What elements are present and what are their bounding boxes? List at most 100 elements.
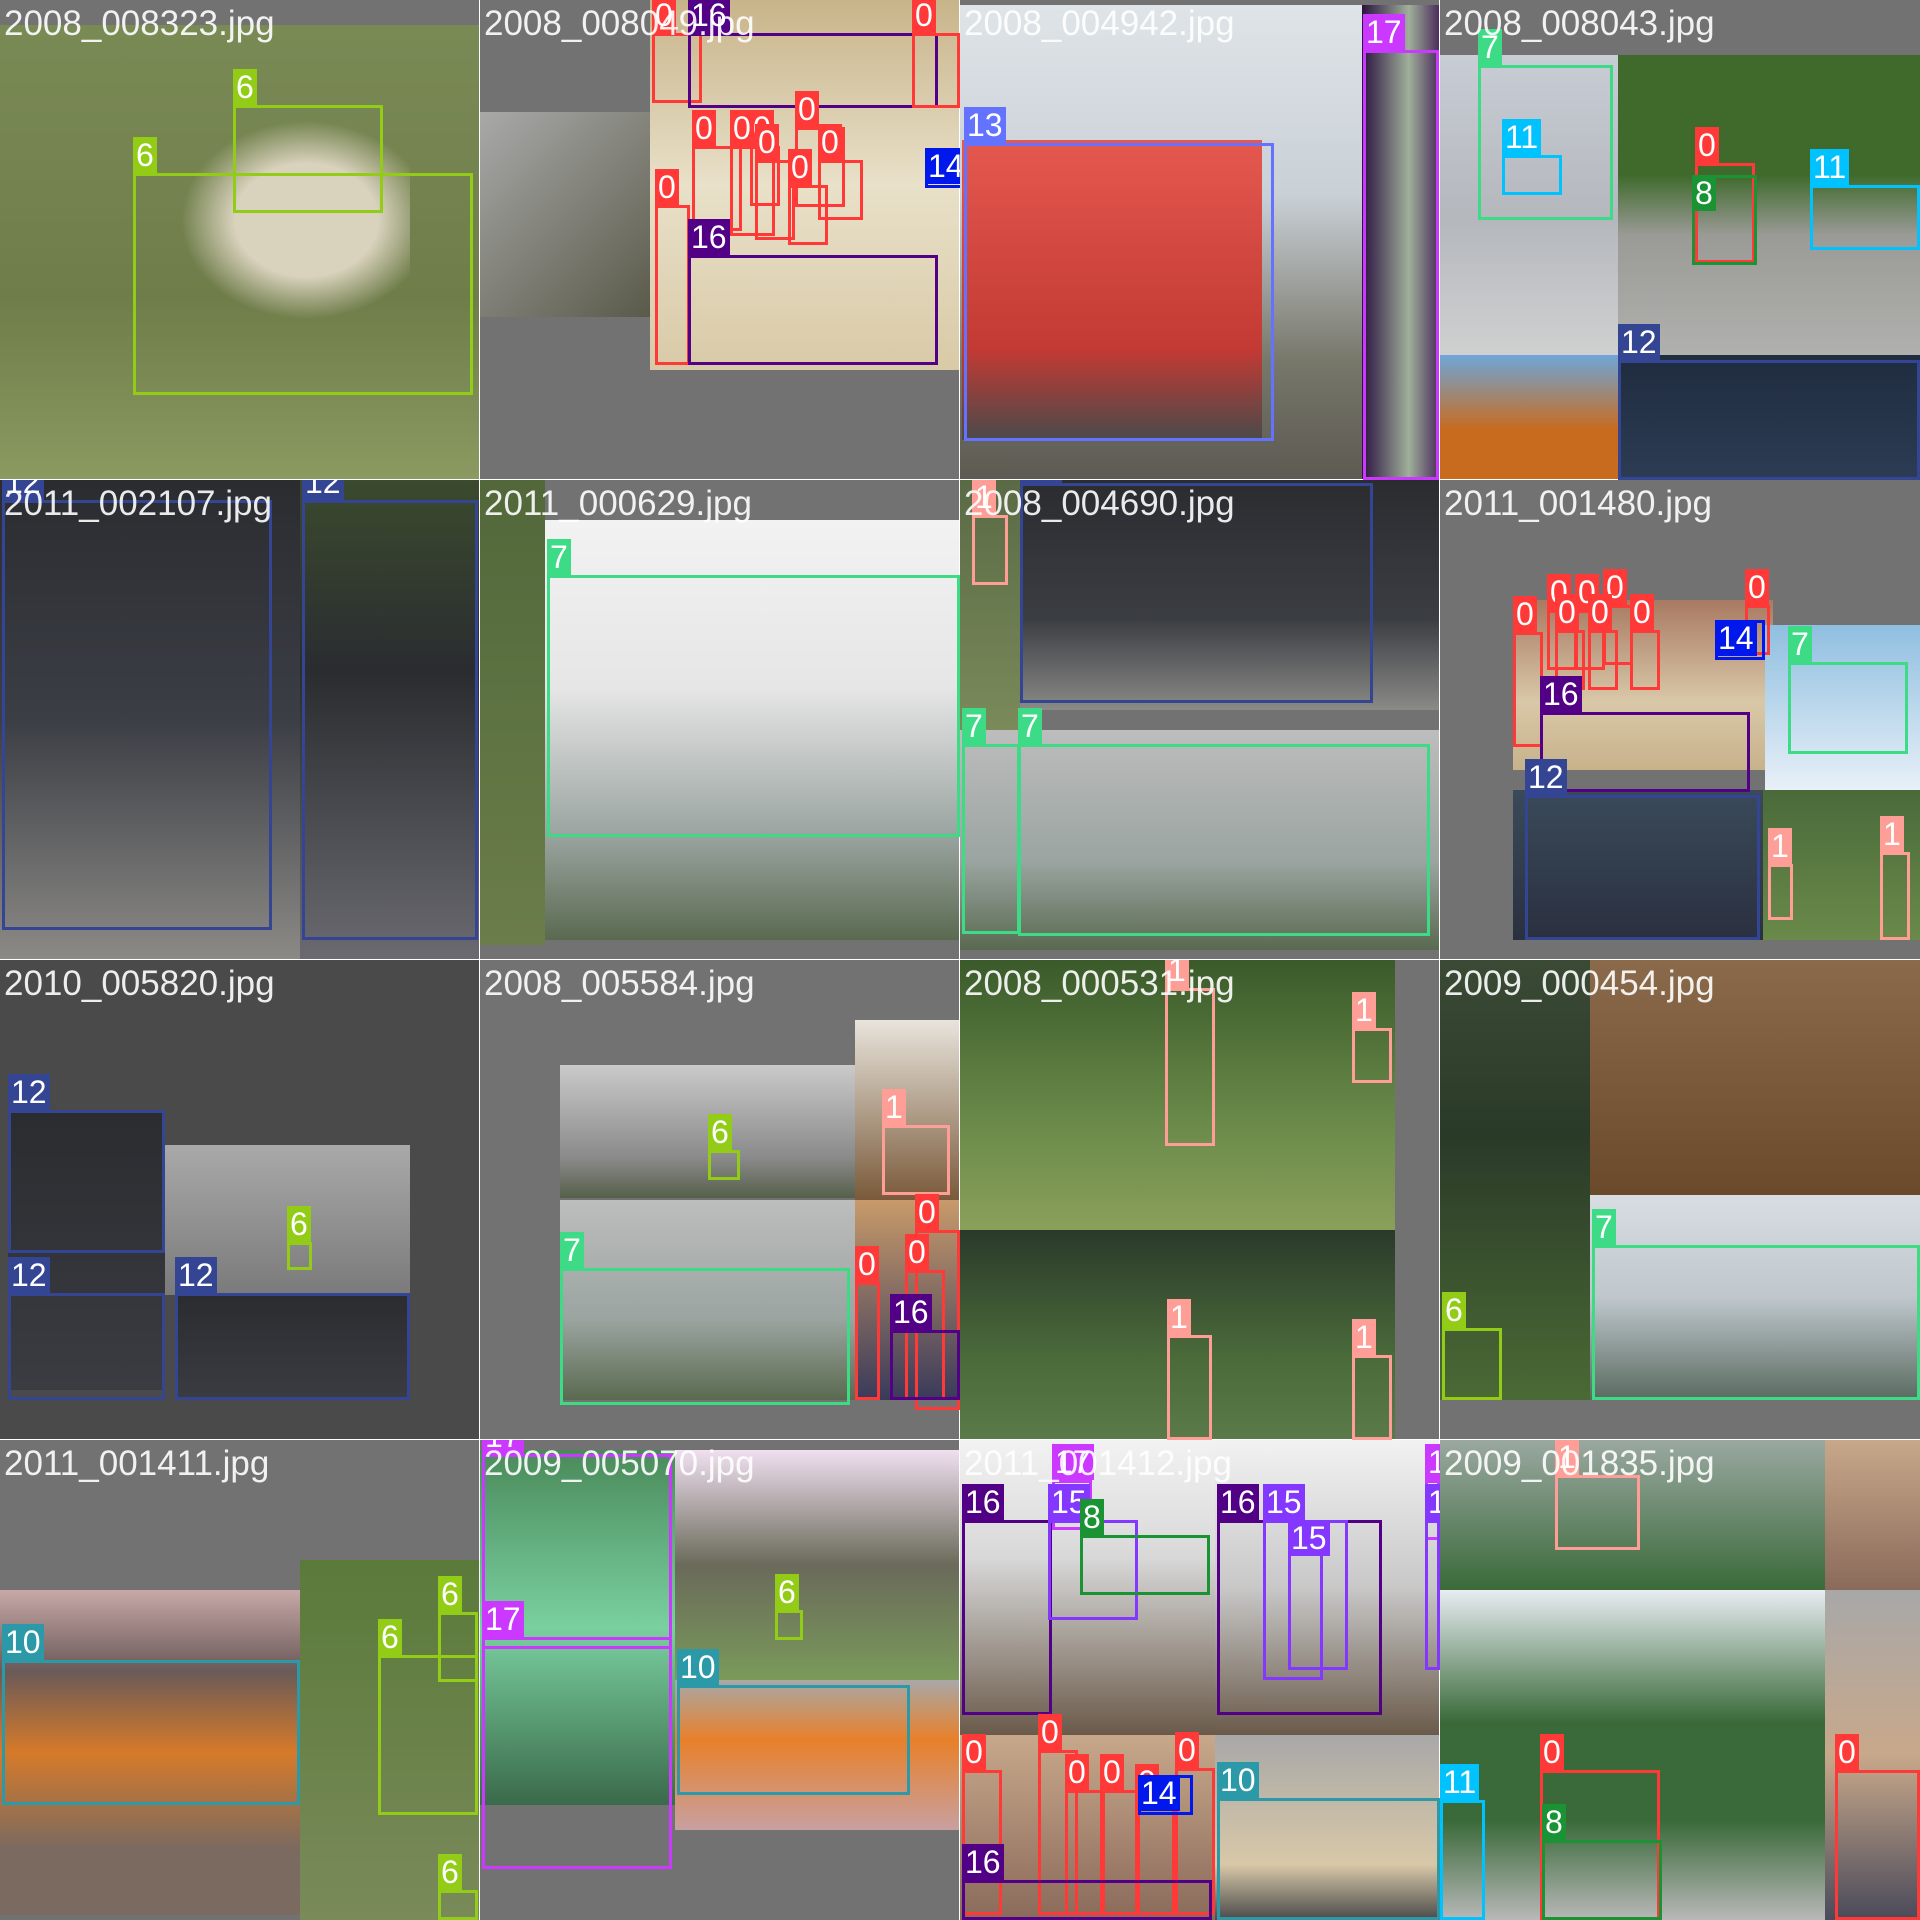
- bbox-class-label: 7: [1788, 626, 1812, 662]
- bbox-class-label: 6: [708, 1114, 732, 1150]
- bbox-class-label: 7: [962, 708, 986, 744]
- bbox-class-label: 1: [1880, 816, 1904, 852]
- bbox-class-label: 1: [1352, 1319, 1376, 1355]
- bbox: 0: [1513, 596, 1543, 747]
- mosaic-tile: 2011_001412.jpg 17 16 15 8 16 15 15 17 1…: [959, 1439, 1441, 1920]
- photo-patch: [675, 1450, 960, 1680]
- bbox-class-label: 0: [788, 149, 812, 185]
- mosaic-tile: 2011_000629.jpg 7: [479, 479, 961, 961]
- bbox-class-label: 17: [1425, 1444, 1440, 1480]
- bbox-class-label: 0: [1695, 127, 1719, 163]
- mosaic-tile: 2008_005584.jpg 6 1 7 0 0 0 16: [479, 959, 961, 1441]
- bbox: 8: [1080, 1499, 1210, 1595]
- bbox: 1: [882, 1089, 950, 1195]
- bbox: 17: [1363, 14, 1439, 480]
- bbox-class-label: 6: [438, 1854, 462, 1890]
- bbox: 0: [912, 0, 960, 108]
- bbox-class-label: 8: [1692, 175, 1716, 211]
- bbox: 0: [1588, 594, 1618, 690]
- bbox: 11: [1502, 119, 1562, 195]
- bbox: 1: [1768, 828, 1793, 920]
- bbox-class-label: 12: [175, 1257, 217, 1293]
- bbox-class-label: 7: [547, 539, 571, 575]
- bbox-class-label: 17: [1052, 1444, 1094, 1480]
- bbox-class-label: 1: [1352, 992, 1376, 1028]
- bbox: 16: [890, 1294, 960, 1400]
- bbox: 10: [1217, 1762, 1440, 1920]
- photo-patch: [1825, 1440, 1920, 1590]
- bbox-class-label: 0: [905, 1234, 929, 1270]
- bbox-class-label: 6: [378, 1619, 402, 1655]
- bbox: 7: [1478, 29, 1613, 220]
- bbox: 11: [1440, 1764, 1485, 1920]
- bbox-class-label: 1: [1165, 960, 1189, 988]
- bbox-class-label: 0: [1630, 594, 1654, 630]
- tile-filename: 2011_001411.jpg: [4, 1444, 270, 1483]
- bbox-class-label: 15: [1425, 1484, 1440, 1520]
- bbox-class-label: 16: [962, 1484, 1004, 1520]
- bbox-class-label: 0: [1588, 594, 1612, 630]
- bbox-class-label: 6: [233, 69, 257, 105]
- bbox-class-label: 17: [1363, 14, 1405, 50]
- bbox: 6: [133, 137, 473, 395]
- bbox: 12: [1618, 324, 1920, 480]
- mosaic-tile: 2009_000454.jpg 7 6: [1439, 959, 1920, 1441]
- bbox: 1: [1880, 816, 1910, 940]
- bbox: 6: [708, 1114, 740, 1180]
- bbox-class-label: 0: [652, 0, 676, 33]
- bbox-class-label: 6: [133, 137, 157, 173]
- bbox: 1: [1167, 1299, 1212, 1440]
- bbox-class-label: 0: [795, 91, 819, 127]
- mosaic-tile: 2008_008049.jpg 0 16 0 0 0 0 0 0 0 0 0 1…: [479, 0, 961, 481]
- bbox-class-label: 0: [855, 1246, 879, 1282]
- bbox: 14: [1138, 1775, 1193, 1815]
- bbox-class-label: 12: [302, 480, 344, 500]
- bbox: 1: [1555, 1440, 1640, 1550]
- bbox-class-label: 16: [1217, 1484, 1259, 1520]
- bbox: 8: [1692, 175, 1757, 265]
- bbox-class-label: 16: [962, 1844, 1004, 1880]
- bbox-class-label: 12: [8, 1074, 50, 1110]
- bbox-class-label: 0: [1175, 1732, 1199, 1768]
- bbox-class-label: 7: [1018, 708, 1042, 744]
- bbox: 12: [2, 480, 272, 930]
- photo-patch: [480, 480, 545, 945]
- bbox-class-label: 10: [1217, 1762, 1259, 1798]
- bbox-class-label: 12: [1618, 324, 1660, 360]
- bbox: 0: [818, 124, 863, 220]
- bbox-class-label: 17: [482, 1440, 524, 1454]
- bbox: 6: [1442, 1292, 1502, 1400]
- bbox-class-label: 0: [962, 1734, 986, 1770]
- mosaic-tile: 2008_008043.jpg 7 11 0 8 11 12: [1439, 0, 1920, 481]
- bbox-class-label: 0: [1038, 1714, 1062, 1750]
- mosaic-tile: 2011_001480.jpg 0 0 0 0 0 0 0 0 14 7 16 …: [1439, 479, 1920, 961]
- bbox: 0: [655, 169, 690, 365]
- bbox: 14: [925, 148, 960, 188]
- bbox-class-label: 0: [1540, 1734, 1564, 1770]
- bbox: 17: [482, 1601, 672, 1869]
- mosaic-tile: 2008_008323.jpg 6 6: [0, 0, 481, 481]
- bbox: 6: [775, 1574, 803, 1640]
- bbox: 10: [2, 1624, 300, 1805]
- bbox-class-label: 12: [8, 1257, 50, 1293]
- bbox: 15: [1425, 1484, 1440, 1670]
- bbox: 1: [1352, 1319, 1392, 1440]
- bbox-class-label: 14: [1138, 1775, 1180, 1811]
- bbox: 0: [855, 1246, 880, 1400]
- bbox: 6: [438, 1854, 478, 1920]
- bbox-class-label: 12: [2, 480, 44, 500]
- bbox-class-label: 1: [882, 1089, 906, 1125]
- bbox-class-label: 10: [2, 1624, 44, 1660]
- bbox-class-label: 15: [1263, 1484, 1305, 1520]
- bbox: 12: [175, 1257, 410, 1400]
- bbox-class-label: 12: [1020, 480, 1062, 483]
- bbox-class-label: 7: [1478, 29, 1502, 65]
- bbox-class-label: 1: [1768, 828, 1792, 864]
- bbox: 0: [1835, 1734, 1920, 1920]
- bbox-class-label: 0: [692, 110, 716, 146]
- bbox: 7: [1018, 708, 1430, 936]
- bbox-class-label: 0: [655, 169, 679, 205]
- bbox-class-label: 0: [912, 0, 936, 33]
- bbox: 1: [1165, 960, 1215, 1146]
- bbox-class-label: 13: [964, 107, 1006, 143]
